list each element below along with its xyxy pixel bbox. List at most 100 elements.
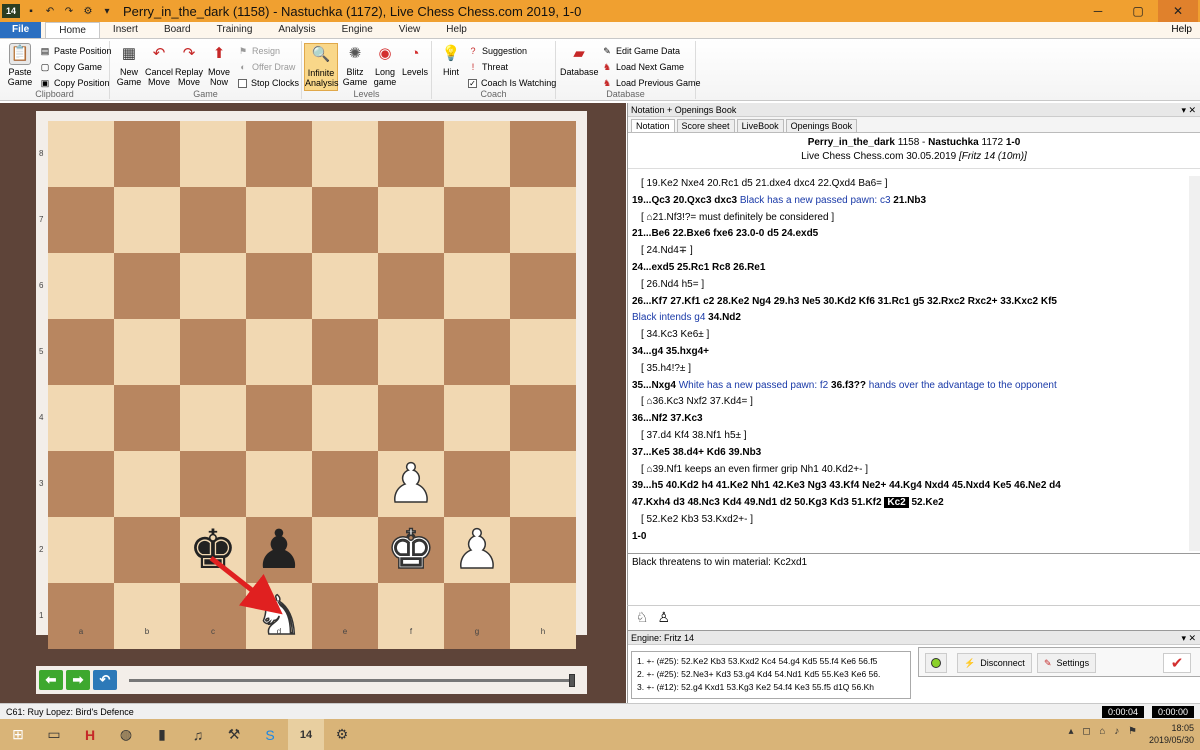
terminal-icon[interactable]: ▮: [144, 719, 180, 750]
tab-engine[interactable]: Engine: [329, 22, 386, 38]
hint-button[interactable]: 💡 Hint: [434, 43, 468, 77]
square-a6[interactable]: [48, 253, 114, 319]
square-e1[interactable]: [312, 583, 378, 649]
square-e6[interactable]: [312, 253, 378, 319]
tab-help[interactable]: Help: [433, 22, 480, 38]
windows-start-icon[interactable]: ⊞: [0, 719, 36, 750]
square-e8[interactable]: [312, 121, 378, 187]
move-slider-thumb[interactable]: [569, 674, 575, 687]
white-pawn-icon[interactable]: ♟: [452, 517, 502, 583]
back-arrow-button[interactable]: ⬅: [39, 670, 63, 690]
square-g3[interactable]: [444, 451, 510, 517]
square-e2[interactable]: [312, 517, 378, 583]
new-game-button[interactable]: ▦ New Game: [112, 43, 146, 87]
square-a7[interactable]: [48, 187, 114, 253]
cancel-move-button[interactable]: ↶ Cancel Move: [142, 43, 176, 87]
notation-line[interactable]: [ 52.Ke2 Kb3 53.Kxd2+- ]: [632, 512, 1182, 529]
notation-line[interactable]: 24...exd5 25.Rc1 Rc8 26.Re1: [632, 260, 1182, 277]
tab-livebook[interactable]: LiveBook: [736, 119, 784, 132]
square-c5[interactable]: [180, 319, 246, 385]
h-app-icon[interactable]: H: [72, 719, 108, 750]
square-a2[interactable]: [48, 517, 114, 583]
notation-line[interactable]: [ 19.Ke2 Nxe4 20.Rc1 d5 21.dxe4 dxc4 22.…: [632, 176, 1182, 193]
square-h4[interactable]: [510, 385, 576, 451]
undo-icon[interactable]: ↶: [42, 4, 58, 18]
square-d1[interactable]: ♞: [246, 583, 312, 649]
square-f8[interactable]: [378, 121, 444, 187]
stop-clocks-checkbox[interactable]: Stop Clocks: [238, 78, 299, 88]
square-a5[interactable]: [48, 319, 114, 385]
close-button[interactable]: ✕: [1158, 0, 1198, 22]
notation-line[interactable]: 1-0: [632, 529, 1182, 546]
tab-openings-book[interactable]: Openings Book: [785, 119, 858, 132]
fritz-taskbar-icon[interactable]: 14: [288, 719, 324, 750]
square-e3[interactable]: [312, 451, 378, 517]
white-knight-icon[interactable]: ♞: [254, 583, 304, 649]
square-f6[interactable]: [378, 253, 444, 319]
square-c1[interactable]: [180, 583, 246, 649]
notation-line[interactable]: 36...Nf2 37.Kc3: [632, 411, 1182, 428]
skype-icon[interactable]: S: [252, 719, 288, 750]
square-d4[interactable]: [246, 385, 312, 451]
replay-move-button[interactable]: ↷ Replay Move: [172, 43, 206, 87]
square-f2[interactable]: ♚: [378, 517, 444, 583]
square-h3[interactable]: [510, 451, 576, 517]
taskbar-clock[interactable]: 18:05 2019/05/30: [1149, 722, 1194, 746]
levels-button[interactable]: ◔ Levels: [398, 43, 432, 77]
square-b5[interactable]: [114, 319, 180, 385]
notation-line[interactable]: [ 35.h4!?± ]: [632, 361, 1182, 378]
square-b7[interactable]: [114, 187, 180, 253]
chessboard[interactable]: ♟ ♚ ♟ ♚ ♟ ♞: [48, 121, 576, 649]
square-g7[interactable]: [444, 187, 510, 253]
square-f1[interactable]: [378, 583, 444, 649]
square-f7[interactable]: [378, 187, 444, 253]
tab-view[interactable]: View: [386, 22, 434, 38]
square-g6[interactable]: [444, 253, 510, 319]
square-d8[interactable]: [246, 121, 312, 187]
notation-line[interactable]: [ 37.d4 Kf4 38.Nf1 h5± ]: [632, 428, 1182, 445]
pawn-icon[interactable]: ♙: [657, 610, 670, 626]
app-logo-icon[interactable]: 14: [2, 4, 20, 18]
notation-line[interactable]: 37...Ke5 38.d4+ Kd6 39.Nb3: [632, 445, 1182, 462]
square-f3[interactable]: ♟: [378, 451, 444, 517]
move-list[interactable]: [ 19.Ke2 Nxe4 20.Rc1 d5 21.dxe4 dxc4 22.…: [632, 176, 1182, 546]
square-g4[interactable]: [444, 385, 510, 451]
square-e4[interactable]: [312, 385, 378, 451]
square-f5[interactable]: [378, 319, 444, 385]
square-e7[interactable]: [312, 187, 378, 253]
resign-button[interactable]: ⚑ Resign: [238, 46, 280, 57]
tab-insert[interactable]: Insert: [100, 22, 151, 38]
engine-line[interactable]: 2. +- (#25): 52.Ne3+ Kd3 53.g4 Kd4 54.Nd…: [637, 668, 905, 681]
forward-arrow-button[interactable]: ➡: [66, 670, 90, 690]
tab-analysis[interactable]: Analysis: [265, 22, 328, 38]
paste-position-button[interactable]: ▤ Paste Position: [40, 46, 112, 57]
move-slider[interactable]: [129, 679, 575, 682]
square-f4[interactable]: [378, 385, 444, 451]
infinite-analysis-button[interactable]: 🔍 Infinite Analysis: [304, 43, 339, 91]
notation-line[interactable]: 47.Kxh4 d3 48.Nc3 Kd4 49.Nd1 d2 50.Kg3 K…: [632, 495, 1182, 512]
square-b3[interactable]: [114, 451, 180, 517]
square-a1[interactable]: [48, 583, 114, 649]
square-c4[interactable]: [180, 385, 246, 451]
file-explorer-icon[interactable]: ▭: [36, 719, 72, 750]
tools-icon[interactable]: ⚒: [216, 719, 252, 750]
square-d2[interactable]: ♟: [246, 517, 312, 583]
notation-line[interactable]: [ ⌂36.Kc3 Nxf2 37.Kd4= ]: [632, 394, 1182, 411]
maximize-button[interactable]: ▢: [1118, 0, 1158, 22]
music-icon[interactable]: ♫: [180, 719, 216, 750]
takeback-button[interactable]: ↶: [93, 670, 117, 690]
notation-line[interactable]: 39...h5 40.Kd2 h4 41.Ke2 Nh1 42.Ke3 Ng3 …: [632, 478, 1182, 495]
square-h1[interactable]: [510, 583, 576, 649]
square-h6[interactable]: [510, 253, 576, 319]
square-g2[interactable]: ♟: [444, 517, 510, 583]
square-a8[interactable]: [48, 121, 114, 187]
square-d5[interactable]: [246, 319, 312, 385]
square-b4[interactable]: [114, 385, 180, 451]
square-g5[interactable]: [444, 319, 510, 385]
notation-line[interactable]: [ 34.Kc3 Ke6± ]: [632, 327, 1182, 344]
settings-icon[interactable]: ⚙: [80, 4, 96, 18]
tab-score-sheet[interactable]: Score sheet: [676, 119, 735, 132]
engine-line[interactable]: 3. +- (#12): 52.g4 Kxd1 53.Kg3 Ke2 54.f4…: [637, 681, 905, 694]
tab-training[interactable]: Training: [204, 22, 266, 38]
suggestion-button[interactable]: ? Suggestion: [468, 46, 527, 56]
